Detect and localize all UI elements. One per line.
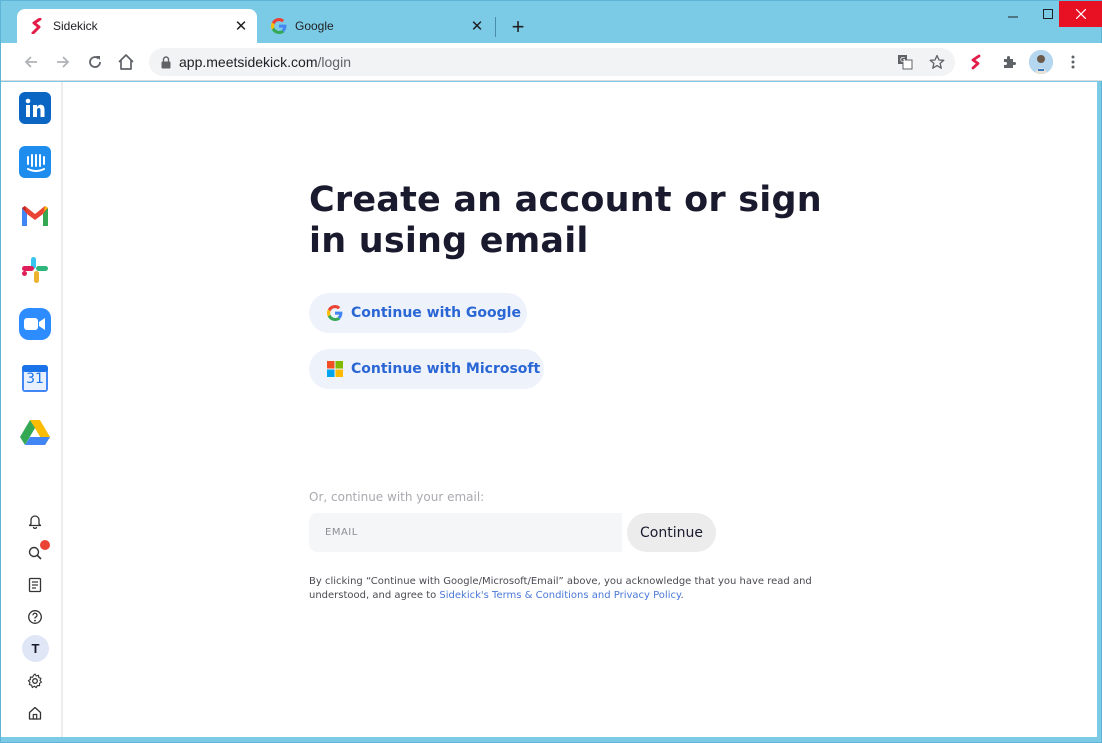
browser-window: Sidekick ✕ Google ✕ + app.meetsidekick.c… xyxy=(0,0,1102,743)
notes-icon[interactable] xyxy=(25,575,45,595)
svg-text:G: G xyxy=(900,56,905,64)
intercom-icon[interactable] xyxy=(19,146,51,178)
continue-button[interactable]: Continue xyxy=(627,513,716,552)
bookmark-star-icon[interactable] xyxy=(927,53,947,71)
close-tab-icon[interactable]: ✕ xyxy=(467,16,487,36)
home-button[interactable] xyxy=(113,49,139,75)
tab-title: Sidekick xyxy=(53,19,98,33)
home-icon[interactable] xyxy=(25,703,45,723)
bell-icon[interactable] xyxy=(25,511,45,531)
user-avatar[interactable]: T xyxy=(22,635,49,662)
page-title: Create an account or sign in using email xyxy=(309,180,822,261)
url-text: app.meetsidekick.com/login xyxy=(179,54,351,70)
calendar-day: 31 xyxy=(26,371,44,387)
calendar-icon[interactable]: 31 xyxy=(19,362,51,394)
continue-with-google-button[interactable]: Continue with Google xyxy=(309,293,527,333)
microsoft-icon xyxy=(327,361,343,377)
forward-button[interactable] xyxy=(50,49,76,75)
email-field[interactable] xyxy=(309,513,622,552)
continue-with-microsoft-button[interactable]: Continue with Microsoft xyxy=(309,349,544,389)
gmail-icon[interactable] xyxy=(19,200,51,232)
sidekick-favicon-icon xyxy=(29,18,45,34)
tab-title: Google xyxy=(295,19,334,33)
slack-icon[interactable] xyxy=(19,254,51,286)
google-favicon-icon xyxy=(271,18,287,34)
close-tab-icon[interactable]: ✕ xyxy=(231,16,251,36)
close-window-button[interactable] xyxy=(1059,1,1102,27)
sidekick-extension-icon[interactable] xyxy=(965,51,987,73)
browser-menu-icon[interactable] xyxy=(1062,51,1084,73)
settings-gear-icon[interactable] xyxy=(25,671,45,691)
microsoft-button-label: Continue with Microsoft xyxy=(351,361,541,377)
linkedin-icon[interactable] xyxy=(19,92,51,124)
profile-avatar[interactable] xyxy=(1029,50,1053,74)
tab-divider xyxy=(495,17,496,37)
zoom-icon[interactable] xyxy=(19,308,51,340)
notification-dot xyxy=(40,540,50,550)
tab-sidekick[interactable]: Sidekick ✕ xyxy=(17,9,257,43)
back-button[interactable] xyxy=(18,49,44,75)
tab-strip: Sidekick ✕ Google ✕ + xyxy=(1,1,1102,43)
page-content: 31 T Create an account or sign in using … xyxy=(1,82,1097,737)
translate-icon[interactable]: G xyxy=(895,53,915,71)
minimize-button[interactable] xyxy=(996,1,1030,27)
google-button-label: Continue with Google xyxy=(351,305,521,321)
google-icon xyxy=(327,305,343,321)
extensions-puzzle-icon[interactable] xyxy=(998,51,1020,73)
legal-suffix: . xyxy=(680,590,684,601)
login-panel: Create an account or sign in using email… xyxy=(309,180,849,601)
browser-toolbar: app.meetsidekick.com/login G xyxy=(1,43,1102,81)
legal-notice: By clicking “Continue with Google/Micros… xyxy=(309,575,829,603)
lock-icon xyxy=(161,55,171,69)
address-bar[interactable]: app.meetsidekick.com/login G xyxy=(149,48,955,76)
drive-icon[interactable] xyxy=(19,416,51,448)
help-icon[interactable] xyxy=(25,607,45,627)
app-sidebar: 31 T xyxy=(7,82,63,737)
new-tab-button[interactable]: + xyxy=(505,15,531,39)
reload-button[interactable] xyxy=(82,49,108,75)
tab-google[interactable]: Google ✕ xyxy=(259,9,493,43)
terms-privacy-link[interactable]: Sidekick's Terms & Conditions and Privac… xyxy=(439,590,680,601)
email-section-label: Or, continue with your email: xyxy=(309,490,485,504)
